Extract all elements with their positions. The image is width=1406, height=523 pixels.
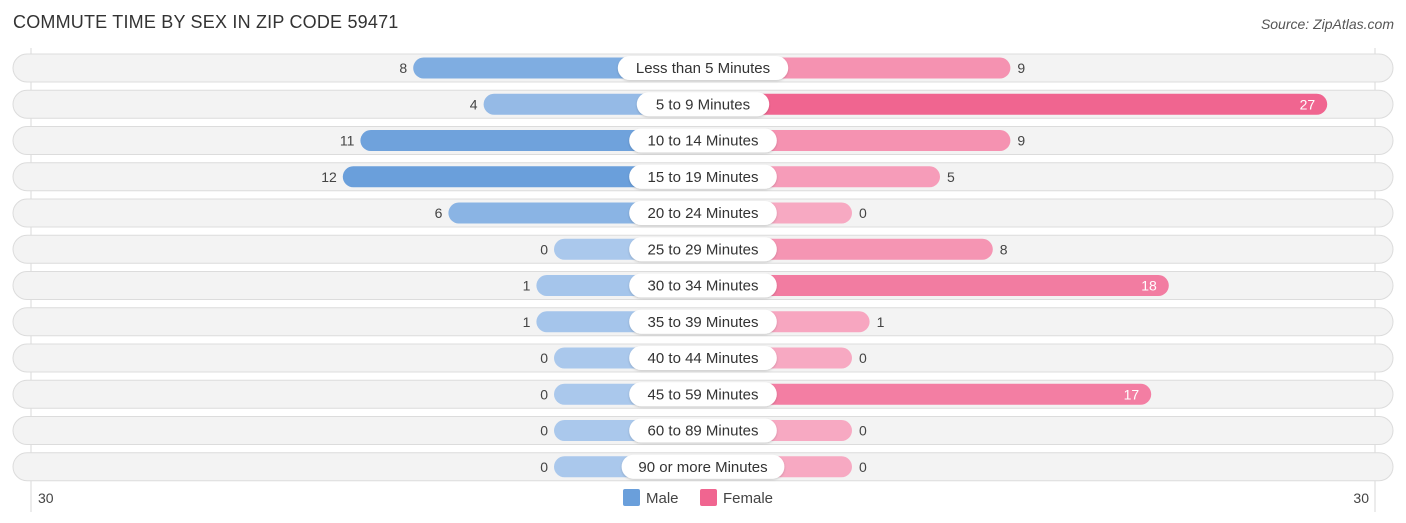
category-label: 45 to 59 Minutes bbox=[648, 386, 759, 403]
value-label-female: 0 bbox=[859, 459, 867, 475]
category-label: 90 or more Minutes bbox=[638, 459, 767, 476]
category-label: 15 to 19 Minutes bbox=[648, 169, 759, 186]
value-label-male: 0 bbox=[540, 459, 548, 475]
value-label-female: 5 bbox=[947, 169, 955, 185]
chart-row: 6 0 20 to 24 Minutes bbox=[12, 198, 1394, 228]
value-label-male: 0 bbox=[540, 386, 548, 402]
value-label-female: 18 bbox=[1141, 278, 1157, 294]
value-label-female: 27 bbox=[1300, 96, 1316, 112]
category-label: 25 to 29 Minutes bbox=[648, 241, 759, 258]
value-label-female: 17 bbox=[1124, 386, 1140, 402]
value-label-male: 1 bbox=[523, 278, 531, 294]
legend-label-female: Female bbox=[723, 490, 773, 507]
value-label-male: 12 bbox=[321, 169, 337, 185]
value-label-female: 0 bbox=[859, 205, 867, 221]
value-label-male: 11 bbox=[340, 133, 355, 149]
category-label: 30 to 34 Minutes bbox=[648, 278, 759, 295]
chart-row: 0 0 40 to 44 Minutes bbox=[12, 343, 1394, 373]
chart-row: 4 27 5 to 9 Minutes bbox=[12, 89, 1394, 119]
chart-row: 11 9 10 to 14 Minutes bbox=[12, 126, 1394, 155]
category-label: Less than 5 Minutes bbox=[636, 60, 770, 77]
value-label-male: 4 bbox=[470, 96, 478, 112]
category-label: 35 to 39 Minutes bbox=[648, 314, 759, 331]
value-label-female: 0 bbox=[859, 350, 867, 366]
value-label-female: 1 bbox=[877, 314, 885, 330]
value-label-male: 0 bbox=[540, 423, 548, 439]
legend: Male Female bbox=[623, 489, 773, 507]
category-label: 5 to 9 Minutes bbox=[656, 96, 750, 113]
value-label-male: 6 bbox=[435, 205, 443, 221]
value-label-female: 0 bbox=[859, 423, 867, 439]
chart-svg: 8 9Less than 5 Minutes4 275 to 9 Minutes11… bbox=[12, 48, 1394, 512]
chart-row: 8 9 Less than 5 Minutes bbox=[12, 53, 1394, 83]
bar-female bbox=[703, 93, 1328, 115]
value-label-male: 0 bbox=[540, 350, 548, 366]
value-label-male: 0 bbox=[540, 241, 548, 257]
category-label: 40 to 44 Minutes bbox=[648, 350, 759, 367]
category-label: 20 to 24 Minutes bbox=[648, 205, 759, 222]
legend-swatch-male bbox=[623, 489, 640, 506]
value-label-male: 1 bbox=[523, 314, 531, 330]
value-label-female: 8 bbox=[1000, 241, 1008, 257]
category-label: 60 to 89 Minutes bbox=[648, 423, 759, 440]
legend-label-male: Male bbox=[646, 490, 679, 507]
value-label-female: 9 bbox=[1017, 133, 1025, 149]
axis-left-label: 30 bbox=[38, 490, 54, 506]
chart-row: 1 1 35 to 39 Minutes bbox=[12, 307, 1394, 337]
category-label: 10 to 14 Minutes bbox=[648, 133, 759, 150]
chart-row: 0 17 45 to 59 Minutes bbox=[12, 379, 1394, 409]
value-label-male: 8 bbox=[399, 60, 407, 76]
chart-row: 12 5 15 to 19 Minutes bbox=[12, 162, 1394, 192]
value-label-female: 9 bbox=[1017, 60, 1025, 76]
chart-row: 1 18 30 to 34 Minutes bbox=[12, 271, 1394, 300]
legend-swatch-female bbox=[700, 489, 717, 506]
chart-row: 0 8 25 to 29 Minutes bbox=[12, 234, 1394, 264]
chart-row: 0 0 60 to 89 Minutes bbox=[12, 416, 1394, 445]
axis-right-label: 30 bbox=[1353, 490, 1369, 506]
chart-row: 0 0 90 or more Minutes bbox=[12, 452, 1394, 482]
